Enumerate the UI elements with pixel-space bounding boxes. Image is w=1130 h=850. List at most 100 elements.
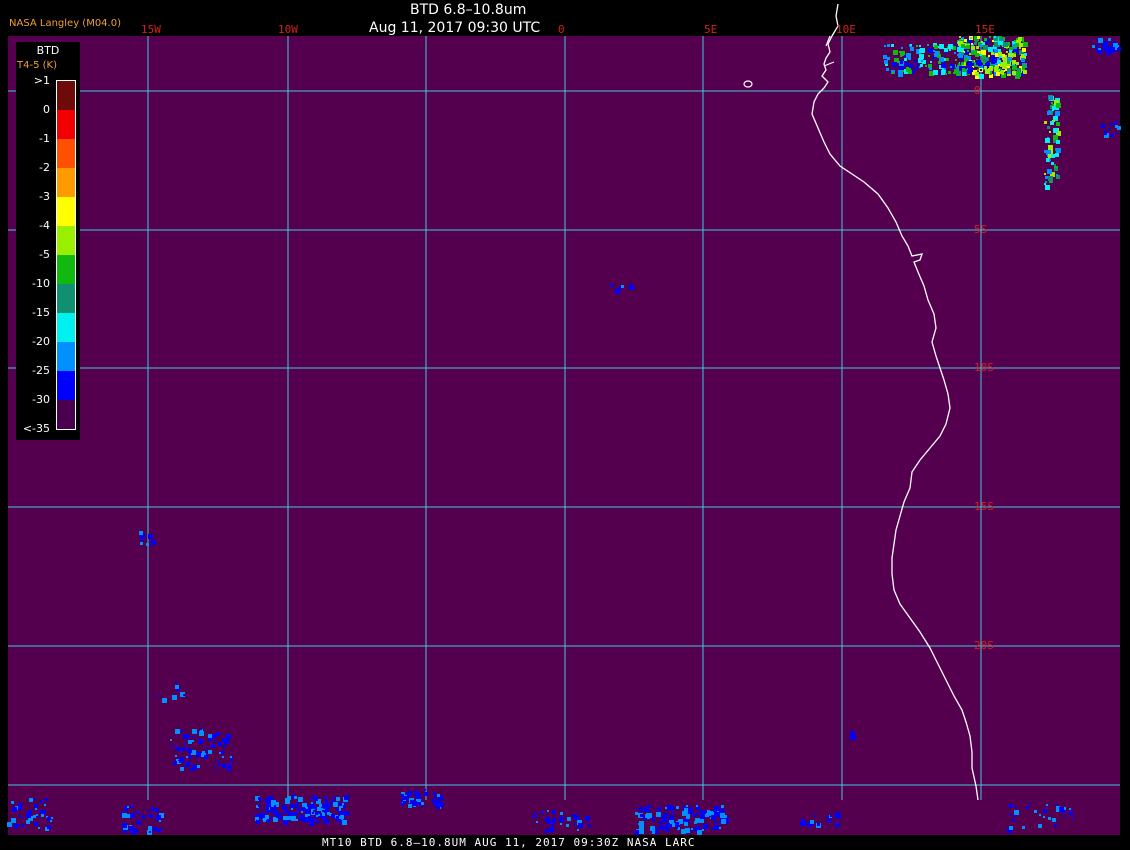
cloud-pixel bbox=[615, 289, 620, 294]
cloud-pixel bbox=[312, 812, 314, 814]
cloud-pixel bbox=[1015, 806, 1017, 808]
cloud-pixel bbox=[1053, 128, 1058, 133]
cloud-pixel bbox=[979, 44, 982, 47]
cloud-pixel bbox=[410, 800, 414, 804]
cloud-pixel bbox=[933, 50, 935, 52]
cloud-pixel bbox=[532, 815, 535, 818]
cloud-pixel bbox=[1019, 47, 1021, 49]
cloud-pixel bbox=[151, 540, 156, 545]
cloud-pixel bbox=[324, 819, 329, 824]
cloud-pixel bbox=[319, 804, 322, 807]
cloud-pixel bbox=[287, 816, 291, 820]
cloud-pixel bbox=[998, 64, 1000, 66]
cloud-pixel bbox=[222, 764, 226, 768]
cloud-pixel bbox=[1047, 126, 1049, 128]
cloud-pixel bbox=[714, 811, 717, 814]
legend-swatch bbox=[57, 168, 75, 197]
cloud-pixel bbox=[421, 802, 424, 805]
cloud-pixel bbox=[179, 757, 184, 762]
cloud-pixel bbox=[915, 67, 918, 70]
cloud-pixel bbox=[984, 66, 987, 69]
cloud-pixel bbox=[344, 811, 349, 816]
cloud-pixel bbox=[192, 736, 194, 738]
cloud-pixel bbox=[560, 823, 562, 825]
cloud-pixel bbox=[259, 800, 261, 802]
cloud-pixel bbox=[541, 811, 544, 814]
cloud-pixel bbox=[173, 761, 177, 765]
cloud-pixel bbox=[928, 48, 933, 53]
legend-swatch bbox=[57, 110, 75, 139]
cloud-pixel bbox=[322, 810, 324, 812]
cloud-pixel bbox=[904, 55, 906, 57]
cloud-pixel bbox=[663, 813, 667, 817]
cloud-pixel bbox=[984, 39, 986, 41]
cloud-pixel bbox=[1050, 181, 1052, 183]
cloud-pixel bbox=[696, 812, 699, 815]
cloud-pixel bbox=[260, 813, 265, 818]
cloud-pixel bbox=[629, 284, 633, 288]
cloud-pixel bbox=[18, 803, 22, 807]
cloud-pixel bbox=[1098, 38, 1103, 43]
cloud-pixel bbox=[1051, 162, 1054, 165]
cloud-pixel bbox=[706, 828, 708, 830]
cloud-pixel bbox=[559, 817, 564, 822]
cloud-pixel bbox=[1038, 824, 1042, 828]
producer-label: NASA Langley (M04.0) bbox=[9, 18, 121, 29]
cloud-pixel bbox=[172, 695, 177, 700]
cloud-pixel bbox=[1014, 52, 1016, 54]
cloud-pixel bbox=[1054, 824, 1057, 827]
cloud-pixel bbox=[810, 820, 814, 824]
cloud-pixel bbox=[711, 815, 716, 820]
cloud-pixel bbox=[967, 70, 971, 74]
cloud-pixel bbox=[226, 734, 231, 739]
cloud-pixel bbox=[29, 798, 33, 802]
cloud-pixel bbox=[1052, 106, 1056, 110]
cloud-pixel bbox=[21, 816, 23, 818]
cloud-pixel bbox=[969, 53, 971, 55]
cloud-pixel bbox=[1009, 826, 1013, 830]
cloud-pixel bbox=[935, 51, 939, 55]
cloud-pixel bbox=[1106, 41, 1109, 44]
color-legend: BTD T4-5 (K) >1 0 -1 -2 -3 -4 -5 -10 -15 -20 -25 -3… bbox=[16, 42, 80, 440]
cloud-pixel bbox=[125, 823, 127, 825]
lat-label-10s: 10S bbox=[974, 361, 994, 374]
cloud-pixel bbox=[610, 284, 613, 287]
cloud-pixel bbox=[265, 809, 269, 813]
cloud-pixel bbox=[147, 810, 149, 812]
cloud-pixel bbox=[122, 813, 127, 818]
cloud-pixel bbox=[691, 828, 693, 830]
cloud-pixel bbox=[230, 758, 233, 761]
cloud-pixel bbox=[988, 47, 993, 52]
cloud-pixel bbox=[998, 69, 1000, 71]
cloud-pixel bbox=[291, 808, 293, 810]
cloud-pixel bbox=[200, 728, 202, 730]
cloud-pixel bbox=[884, 45, 886, 47]
legend-tick-label: -15 bbox=[32, 306, 50, 319]
cloud-pixel bbox=[959, 36, 961, 38]
cloud-pixel bbox=[981, 41, 983, 43]
cloud-pixel bbox=[1055, 803, 1057, 805]
cloud-pixel bbox=[271, 804, 274, 807]
cloud-pixel bbox=[547, 820, 551, 824]
cloud-pixel bbox=[827, 819, 831, 823]
cloud-pixel bbox=[992, 40, 994, 42]
cloud-pixel bbox=[1024, 53, 1027, 56]
cloud-pixel bbox=[1019, 62, 1021, 64]
cloud-pixel bbox=[181, 748, 184, 751]
cloud-pixel bbox=[1115, 132, 1117, 134]
cloud-pixel bbox=[157, 829, 160, 832]
legend-swatch bbox=[57, 400, 75, 429]
cloud-pixel bbox=[333, 802, 338, 807]
cloud-pixel bbox=[938, 61, 941, 64]
cloud-pixel bbox=[403, 796, 407, 800]
cloud-pixel bbox=[1111, 134, 1114, 137]
cloud-pixel bbox=[688, 809, 693, 814]
cloud-pixel bbox=[1053, 140, 1056, 143]
cloud-pixel bbox=[190, 768, 193, 771]
cloud-pixel bbox=[1022, 40, 1024, 42]
cloud-pixel bbox=[1046, 804, 1048, 806]
cloud-pixel bbox=[227, 763, 231, 767]
cloud-pixel bbox=[345, 802, 347, 804]
cloud-pixel bbox=[640, 814, 643, 817]
cloud-pixel bbox=[1048, 817, 1051, 820]
